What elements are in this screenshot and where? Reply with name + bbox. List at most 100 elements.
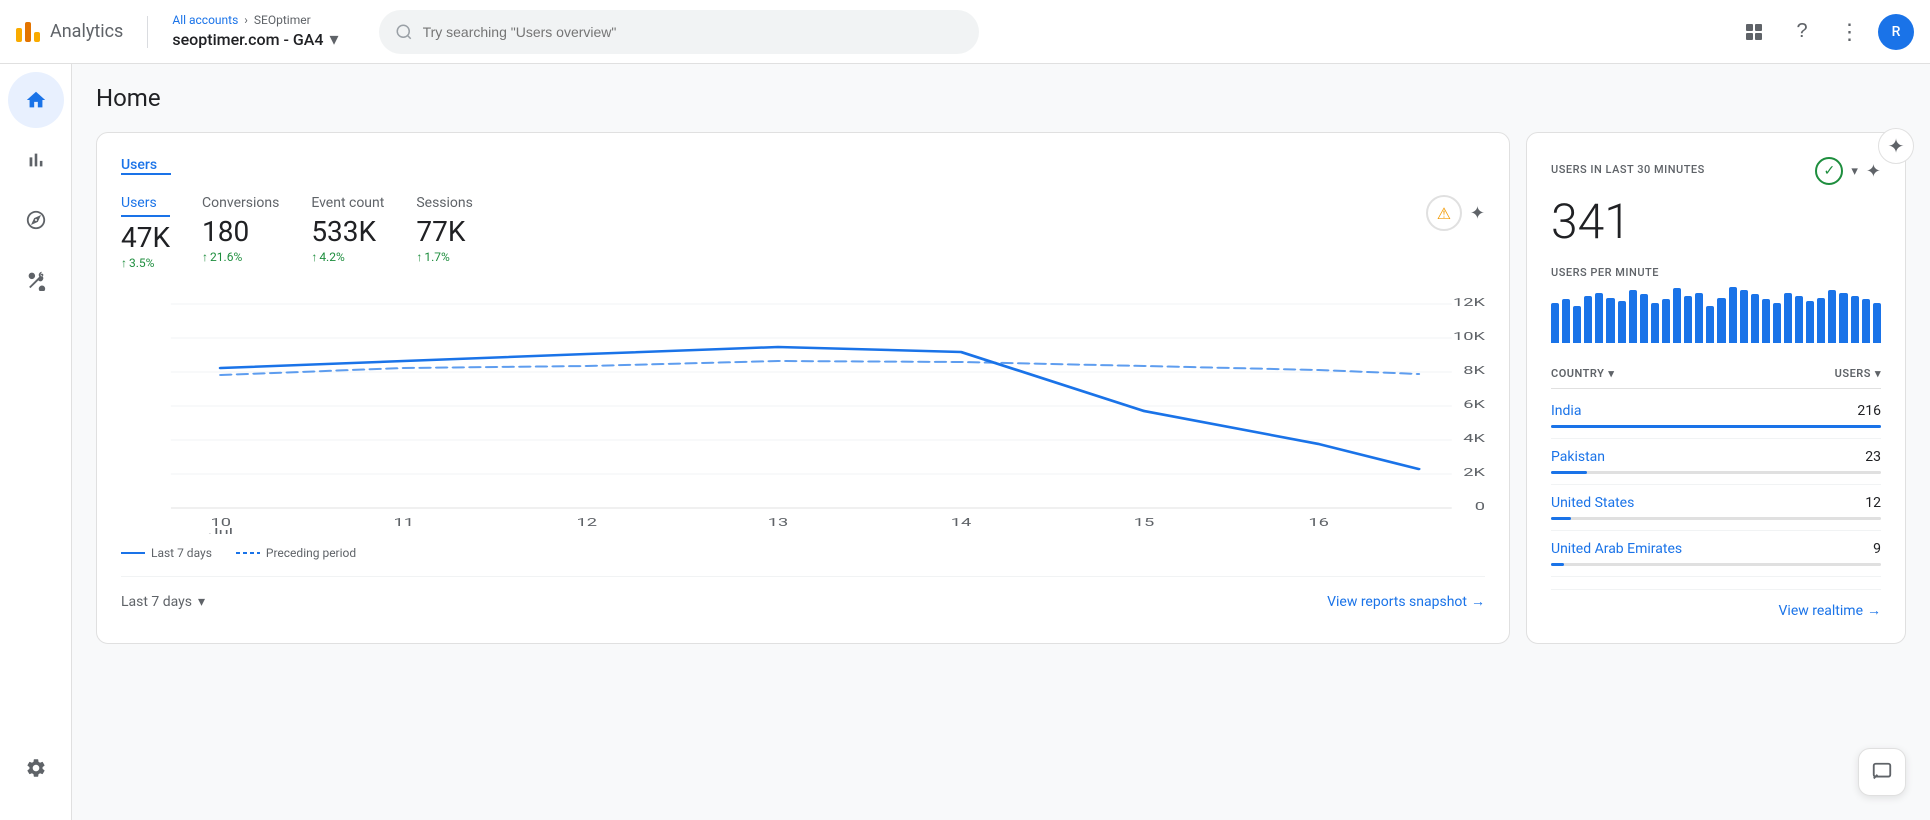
account-selector[interactable]: seoptimer.com - GA4 ▾ [172,29,338,50]
avatar-label: R [1892,24,1901,40]
apps-button[interactable] [1734,12,1774,52]
country-bar [1551,517,1571,520]
bar [1717,298,1725,343]
more-options-button[interactable]: ⋮ [1830,12,1870,52]
bar [1606,298,1614,343]
realtime-header: USERS IN LAST 30 MINUTES ✓ ▾ ✦ [1551,157,1881,185]
advertising-icon [25,269,47,291]
bar [1729,287,1737,343]
svg-text:12: 12 [576,516,597,529]
bar [1828,290,1836,343]
bar [1851,296,1859,343]
status-dropdown[interactable]: ▾ [1851,164,1858,179]
logo-icon [16,22,40,42]
country-name[interactable]: United States [1551,495,1634,511]
country-bar-container [1551,425,1881,428]
arrow-right-icon-2: → [1867,602,1881,619]
chart-legend: Last 7 days Preceding period [121,546,1485,560]
metric-label-event-count: Event count [311,195,384,211]
metric-sessions[interactable]: Sessions 77K ↑ 1.7% [416,195,473,264]
sidebar-item-advertising[interactable] [8,252,64,308]
metric-change-conversions: ↑ 21.6% [202,250,279,264]
svg-text:12K: 12K [1453,296,1485,309]
up-arrow-icon-2: ↑ [202,250,208,264]
topbar: Analytics All accounts › SEOptimer seopt… [0,0,1930,64]
arrow-right-icon: → [1471,593,1485,610]
svg-text:16: 16 [1308,516,1329,529]
chevron-down-icon-3: ▾ [1851,164,1858,179]
chevron-down-icon: ▾ [330,29,339,50]
bar [1740,290,1748,343]
card-bottom: Last 7 days ▾ View reports snapshot → [121,576,1485,610]
metrics-row: Users 47K ↑ 3.5% Conversions 180 ↑ 21.6% [121,195,1485,270]
page-title: Home [96,84,1906,112]
bar [1762,299,1770,343]
country-users: 23 [1865,449,1881,465]
warning-icon[interactable]: ⚠ [1426,195,1462,231]
sidebar-item-home[interactable] [8,72,64,128]
tab-users[interactable]: Users [121,157,157,173]
chat-button[interactable] [1858,748,1906,796]
sidebar-item-settings[interactable] [8,740,64,796]
country-bar-container [1551,517,1881,520]
country-table: India 216 Pakistan 23 United States 12 [1551,393,1881,577]
card-bottom-right: View realtime → [1551,589,1881,619]
table-header: COUNTRY ▾ USERS ▾ [1551,359,1881,389]
sparkle-icon-2[interactable]: ✦ [1866,161,1881,182]
bar [1773,303,1781,343]
help-button[interactable]: ? [1782,12,1822,52]
bar [1751,294,1759,343]
search-input[interactable] [423,24,963,40]
col-country-header[interactable]: COUNTRY ▾ [1551,367,1614,380]
country-users: 12 [1865,495,1881,511]
breadcrumb-sep: › [244,13,248,27]
sidebar [0,64,72,820]
country-name[interactable]: India [1551,403,1581,419]
period-label: Last 7 days [121,594,192,610]
period-selector[interactable]: Last 7 days ▾ [121,594,205,610]
account-name: seoptimer.com - GA4 [172,30,323,49]
metric-users[interactable]: Users 47K ↑ 3.5% [121,195,170,270]
metric-change-users: ↑ 3.5% [121,256,170,270]
gear-icon [25,757,47,779]
table-row: United States 12 [1551,485,1881,531]
sparkle-icon[interactable]: ✦ [1470,203,1485,224]
metric-label-users: Users [121,195,170,217]
avatar[interactable]: R [1878,14,1914,50]
metric-icons: ⚠ ✦ [1426,195,1485,231]
view-realtime-link[interactable]: View realtime → [1779,602,1881,619]
up-arrow-icon: ↑ [121,256,127,270]
svg-text:6K: 6K [1463,398,1485,411]
status-check-icon[interactable]: ✓ [1815,157,1843,185]
view-realtime-label: View realtime [1779,603,1863,619]
realtime-actions: ✓ ▾ ✦ [1815,157,1881,185]
table-row: Pakistan 23 [1551,439,1881,485]
sidebar-item-reports[interactable] [8,132,64,188]
metric-event-count[interactable]: Event count 533K ↑ 4.2% [311,195,384,264]
metric-conversions[interactable]: Conversions 180 ↑ 21.6% [202,195,279,264]
bar [1640,294,1648,343]
table-row: United Arab Emirates 9 [1551,531,1881,577]
users-per-min-label: USERS PER MINUTE [1551,266,1881,279]
grid-icon [1746,24,1762,40]
col-country-label: COUNTRY [1551,367,1604,380]
metric-value-sessions: 77K [416,215,473,248]
breadcrumb-all[interactable]: All accounts [172,13,238,27]
sidebar-item-explore[interactable] [8,192,64,248]
svg-text:Jul: Jul [208,526,233,534]
country-users: 216 [1857,403,1881,419]
country-name[interactable]: Pakistan [1551,449,1605,465]
legend-dashed: Preceding period [236,546,356,560]
chat-icon [1871,761,1893,783]
country-bar [1551,563,1564,566]
country-bar [1551,471,1587,474]
metric-change-sessions: ↑ 1.7% [416,250,473,264]
metric-change-event-count: ↑ 4.2% [311,250,384,264]
country-name[interactable]: United Arab Emirates [1551,541,1682,557]
search-bar[interactable] [379,10,979,54]
view-reports-link[interactable]: View reports snapshot → [1327,593,1485,610]
realtime-count: 341 [1551,193,1881,250]
sparkle-icon-top[interactable]: ✦ [1878,128,1914,164]
col-users-header[interactable]: USERS ▾ [1835,367,1881,380]
svg-text:10K: 10K [1453,330,1485,343]
